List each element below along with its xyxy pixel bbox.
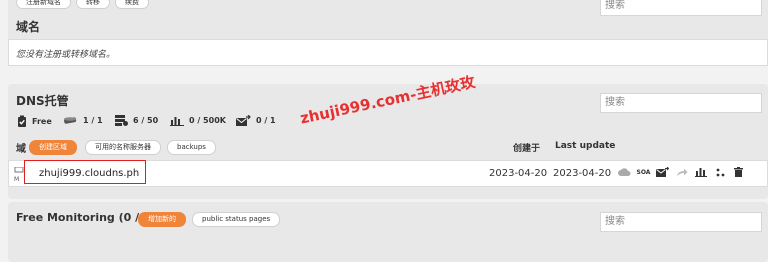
public-status-pages-button[interactable]: public status pages: [192, 212, 281, 227]
created-column-header: 创建于: [513, 144, 541, 154]
mail-forward-icon[interactable]: [655, 167, 670, 177]
zone-last-update-date: 2023-04-20: [553, 168, 612, 179]
plan-icon: [17, 115, 27, 127]
transfer-tab[interactable]: 转移: [76, 0, 110, 9]
zone-created-date: 2023-04-20: [489, 168, 548, 179]
stat-records-value: 6 / 50: [133, 116, 159, 125]
zones-icon: [63, 115, 78, 125]
domains-panel: 注册新域名 转移 续费 搜索 域名 您没有注册或转移域名。: [8, 0, 768, 66]
dns-search-input[interactable]: 搜索: [600, 93, 762, 113]
mail-forwards-icon: [236, 115, 251, 126]
renew-tab[interactable]: 续费: [115, 0, 149, 9]
stat-zones-value: 1 / 1: [83, 115, 103, 125]
zone-row[interactable]: M zhuji999.cloudns.ph 2023-04-20 2023-04…: [8, 160, 768, 187]
queries-icon: [170, 115, 184, 126]
stat-records: 6 / 50: [115, 115, 158, 126]
records-icon: [115, 115, 128, 126]
monitoring-title: Free Monitoring (0 / 1): [16, 211, 156, 224]
cloud-icon[interactable]: [617, 168, 632, 176]
backups-button[interactable]: backups: [167, 140, 216, 155]
monitoring-panel: Free Monitoring (0 / 1) 增加新的 public stat…: [8, 202, 768, 262]
zone-label: 域: [16, 144, 26, 155]
zone-name-link[interactable]: zhuji999.cloudns.ph: [39, 168, 139, 179]
register-domain-tab[interactable]: 注册新域名: [16, 0, 71, 9]
domains-search-input[interactable]: 搜索: [600, 0, 762, 16]
monitoring-search-input[interactable]: 搜索: [600, 212, 762, 232]
dnssec-icon[interactable]: [712, 167, 727, 177]
domains-empty-box: 您没有注册或转移域名。: [8, 39, 768, 66]
stat-queries: 0 / 500K: [170, 115, 226, 126]
zone-type-icon: M: [14, 167, 24, 183]
zone-type-label: M: [14, 176, 20, 183]
dns-panel-title: DNS托管: [16, 94, 69, 108]
create-zone-button[interactable]: 创建区域: [29, 140, 77, 155]
stat-mail-forwards-value: 0 / 1: [256, 116, 276, 125]
last-update-column-header: Last update: [555, 141, 616, 151]
add-new-monitoring-button[interactable]: 增加新的: [138, 212, 186, 227]
statistics-icon[interactable]: [693, 167, 708, 177]
stat-plan-value: Free: [32, 116, 52, 126]
stat-queries-value: 0 / 500K: [189, 116, 226, 125]
zone-row-tools: SOA: [617, 167, 750, 177]
domain-tabs: 注册新域名 转移 续费: [16, 0, 149, 9]
delete-trash-icon[interactable]: [731, 167, 746, 177]
soa-button[interactable]: SOA: [636, 169, 651, 176]
redirect-arrow-icon[interactable]: [674, 168, 689, 177]
stat-mail-forwards: 0 / 1: [236, 115, 276, 126]
domains-empty-message: 您没有注册或转移域名。: [16, 50, 116, 60]
domains-section-title: 域名: [16, 20, 41, 34]
available-nameservers-button[interactable]: 可用的名称服务器: [85, 140, 161, 155]
stat-zones: 1 / 1: [63, 115, 103, 125]
stat-plan: Free: [17, 115, 52, 127]
